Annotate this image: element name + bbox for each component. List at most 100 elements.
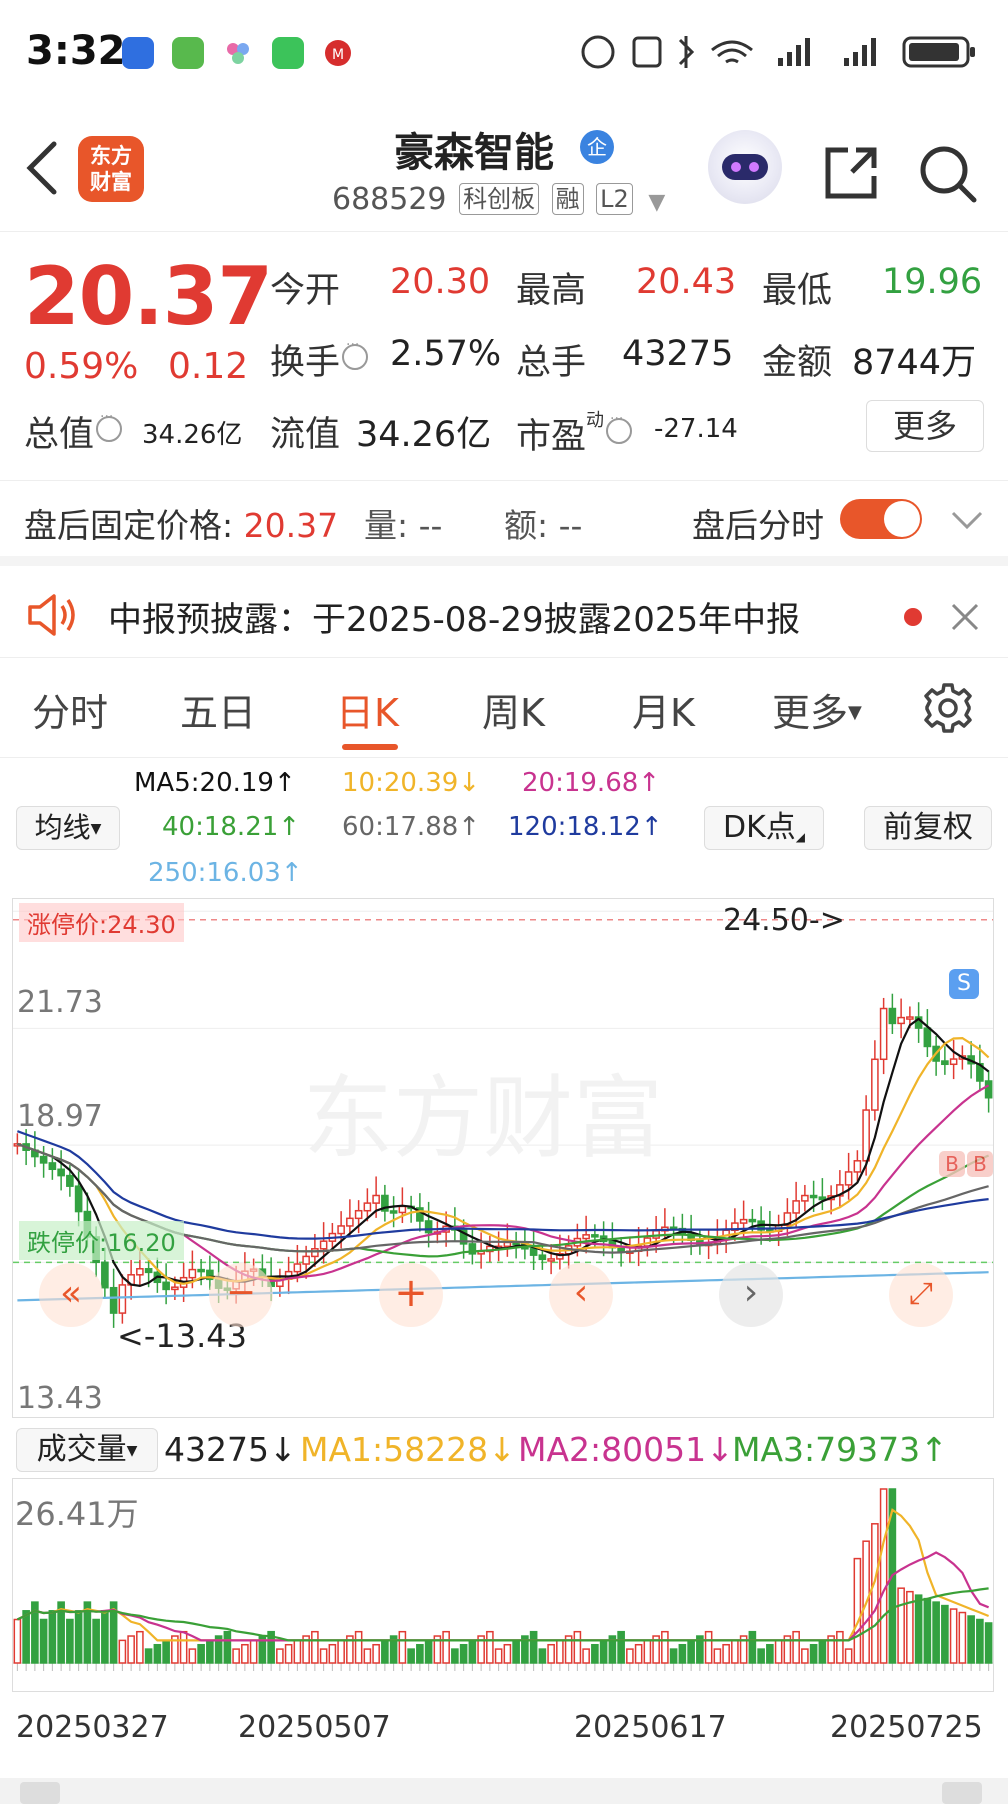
fullscreen-icon[interactable]: ⤢ — [889, 1263, 953, 1327]
volume-bar — [179, 1630, 188, 1664]
dropdown-triangle-icon: ▼ — [126, 1443, 138, 1459]
volume-bar — [731, 1639, 739, 1664]
volume-bar — [206, 1639, 214, 1664]
buy-signal-badge[interactable]: B — [967, 1151, 993, 1177]
sell-signal-badge[interactable]: S — [949, 969, 979, 999]
kline-chart[interactable]: 东方财富 涨停价:24.30 跌停价:16.20 21.73 18.97 13.… — [12, 898, 994, 1418]
candle-body — [792, 1200, 800, 1214]
status-time: 3:32 — [26, 28, 126, 74]
high-label: 最高 — [516, 271, 587, 311]
volume-bar — [634, 1643, 643, 1664]
info-icon — [96, 409, 123, 442]
volume-bar — [486, 1630, 494, 1664]
after-hours-bar: 盘后固定价格: 20.37 量: -- 额: -- 盘后分时 — [0, 480, 1008, 556]
tab-daily-k[interactable]: 日K — [336, 682, 399, 737]
zoom-out-icon[interactable]: − — [209, 1263, 273, 1327]
tab-more[interactable]: 更多▼ — [772, 682, 862, 737]
search-icon[interactable] — [918, 144, 978, 204]
volume-bar — [941, 1604, 949, 1664]
share-icon[interactable] — [822, 144, 880, 202]
volume-indicator-select[interactable]: 成交量▼ — [16, 1428, 158, 1472]
scroll-left-icon[interactable]: ‹ — [549, 1263, 613, 1327]
chart-scrollbar[interactable] — [0, 1778, 1008, 1804]
volume-bar — [958, 1611, 967, 1664]
notice-bar[interactable]: 中报预披露：于2025-08-29披露2025年中报 — [0, 556, 1008, 658]
candle-body — [809, 1194, 818, 1199]
chevron-down-icon[interactable] — [950, 509, 984, 531]
candle-body — [582, 1234, 590, 1240]
volume-ma2: MA2:80051↓ — [518, 1430, 734, 1469]
volume-bar — [582, 1648, 590, 1664]
app-notification-icon — [122, 37, 154, 69]
candle-body — [66, 1174, 74, 1187]
adjust-price-button[interactable]: 前复权 — [864, 806, 992, 850]
volume-label: 总手 — [516, 343, 587, 383]
scroll-left-fast-icon[interactable]: « — [39, 1263, 103, 1327]
candle-body — [39, 1155, 48, 1164]
dropdown-triangle-icon: ▼ — [648, 190, 666, 215]
amount-value: 8744万 — [852, 343, 977, 383]
scroll-handle-right[interactable] — [942, 1782, 982, 1804]
tab-monthly-k[interactable]: 月K — [632, 682, 695, 737]
open-label: 今开 — [270, 271, 341, 311]
tab-five-day[interactable]: 五日 — [180, 682, 256, 737]
gear-icon[interactable] — [922, 682, 974, 734]
volume-bar — [381, 1639, 389, 1664]
volume-bar — [661, 1630, 669, 1664]
turnover-label[interactable]: 换手 — [270, 334, 369, 385]
low-value: 19.96 — [882, 262, 983, 302]
zoom-in-icon[interactable]: + — [379, 1263, 443, 1327]
candle-body — [853, 1160, 862, 1173]
volume-bar — [967, 1615, 975, 1664]
volume-bar — [949, 1608, 958, 1664]
volume-max-label: 26.41万 — [15, 1495, 139, 1533]
volume-bar — [363, 1648, 372, 1664]
candle-body — [136, 1268, 144, 1276]
more-fields-button[interactable]: 更多 — [866, 400, 984, 452]
candle-body — [949, 1058, 958, 1066]
volume-bar — [801, 1648, 809, 1664]
status-bar: 3:32 M — [0, 0, 1008, 100]
candle-body — [197, 1268, 205, 1273]
volume-bar — [722, 1643, 730, 1664]
volume-bar — [48, 1610, 57, 1664]
candle-body — [871, 1058, 879, 1111]
after-hours-toggle[interactable] — [840, 499, 922, 539]
candle-body — [302, 1255, 310, 1265]
scroll-handle-left[interactable] — [20, 1782, 60, 1804]
after-hours-toggle-label: 盘后分时 — [692, 506, 824, 545]
ma10-value: 10:20.39↓ — [342, 768, 481, 798]
candle-body — [547, 1258, 555, 1262]
sheet-app-icon — [172, 37, 204, 69]
float-cap-value: 34.26亿 — [356, 415, 492, 455]
candle-body — [162, 1281, 170, 1291]
active-tab-indicator — [342, 744, 398, 750]
current-price: 20.37 — [24, 250, 273, 343]
close-icon[interactable] — [950, 602, 980, 632]
tab-intraday[interactable]: 分时 — [32, 682, 108, 737]
market-cap-label[interactable]: 总值 — [24, 406, 123, 457]
robot-assistant-icon[interactable] — [708, 130, 782, 204]
volume-bar — [223, 1630, 232, 1664]
candle-body — [101, 1261, 109, 1289]
candle-body — [363, 1202, 372, 1212]
dk-point-button[interactable]: DK点◢ — [704, 806, 824, 850]
date-label: 20250725 — [830, 1710, 983, 1745]
stock-code-row[interactable]: 688529 科创板 融 L2 ▼ — [332, 182, 665, 217]
change-amount: 0.12 — [168, 346, 249, 387]
buy-signal-badge[interactable]: B — [939, 1151, 965, 1177]
volume-bar — [398, 1630, 407, 1664]
candle-body — [144, 1268, 153, 1274]
pe-label[interactable]: 市盈动 — [516, 406, 633, 459]
volume-chart[interactable]: 26.41万 — [12, 1478, 994, 1692]
open-value: 20.30 — [390, 262, 491, 302]
tab-weekly-k[interactable]: 周K — [482, 682, 545, 737]
candle-body — [906, 1016, 914, 1020]
volume-bar — [853, 1557, 862, 1664]
volume-bar — [976, 1618, 984, 1664]
scroll-right-icon[interactable]: › — [719, 1263, 783, 1327]
volume-bar — [293, 1639, 302, 1664]
enterprise-badge: 企 — [580, 130, 614, 164]
volume-bar — [188, 1648, 197, 1664]
indicator-select[interactable]: 均线▼ — [16, 806, 120, 850]
